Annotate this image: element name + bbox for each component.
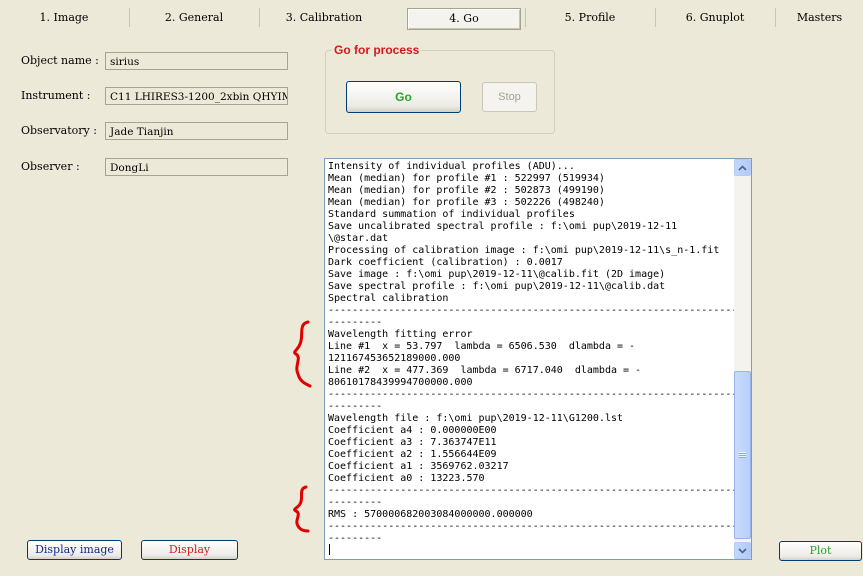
observer-field[interactable]: DongLi xyxy=(105,158,288,176)
tab-image[interactable]: 1. Image xyxy=(0,8,128,28)
log-output[interactable]: Intensity of individual profiles (ADU)..… xyxy=(324,158,752,560)
display-image-button[interactable]: Display image xyxy=(27,540,122,560)
observatory-label: Observatory : xyxy=(21,124,97,137)
go-button[interactable]: Go xyxy=(346,81,461,113)
tab-calibration[interactable]: 3. Calibration xyxy=(260,8,388,28)
instrument-label: Instrument : xyxy=(21,89,91,102)
text-cursor xyxy=(329,544,330,555)
tab-gnuplot[interactable]: 6. Gnuplot xyxy=(656,8,774,28)
plot-button[interactable]: Plot xyxy=(779,541,862,561)
grip-icon xyxy=(739,452,746,458)
chevron-up-icon[interactable] xyxy=(734,159,751,176)
annotation-brace-icon xyxy=(293,485,310,533)
display-button[interactable]: Display xyxy=(141,540,238,560)
annotation-brace-icon xyxy=(293,320,312,388)
tab-go[interactable]: 4. Go xyxy=(407,8,521,30)
tab-general[interactable]: 2. General xyxy=(130,8,258,28)
tab-masters[interactable]: Masters xyxy=(776,8,863,28)
log-scrollbar[interactable] xyxy=(734,159,751,559)
log-text: Intensity of individual profiles (ADU)..… xyxy=(328,161,752,544)
object-name-field[interactable]: sirius xyxy=(105,52,288,70)
tab-profile[interactable]: 5. Profile xyxy=(526,8,654,28)
chevron-down-icon[interactable] xyxy=(734,542,751,559)
process-group-title: Go for process xyxy=(332,43,422,57)
stop-button[interactable]: Stop xyxy=(482,82,537,112)
scrollbar-thumb[interactable] xyxy=(734,371,751,539)
instrument-field[interactable]: C11 LHIRES3-1200_2xbin QHYIMG2 xyxy=(105,87,288,105)
observer-label: Observer : xyxy=(21,160,80,173)
object-name-label: Object name : xyxy=(21,54,99,67)
tab-bar: 1. Image 2. General 3. Calibration 4. Go… xyxy=(0,0,863,34)
observatory-field[interactable]: Jade Tianjin xyxy=(105,122,288,140)
